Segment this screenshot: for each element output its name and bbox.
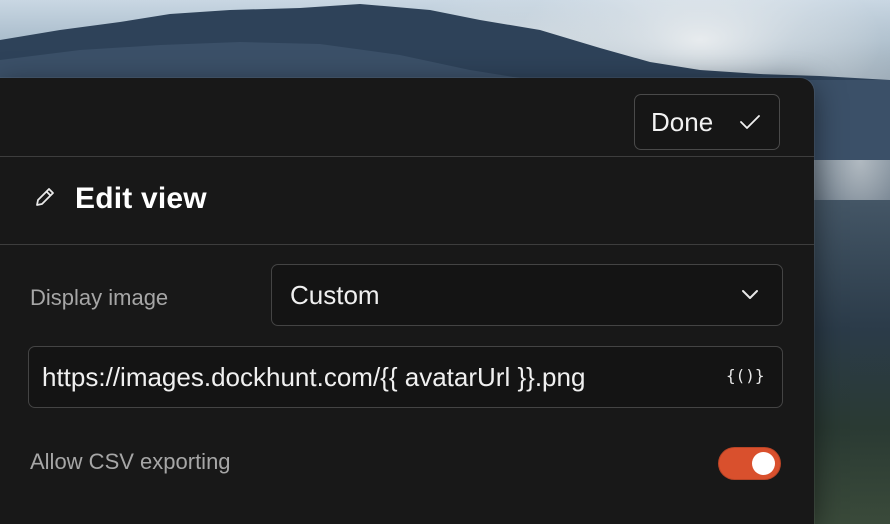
csv-export-toggle[interactable]	[718, 447, 781, 480]
display-image-label: Display image	[30, 285, 169, 310]
image-url-value: https://images.dockhunt.com/{{ avatarUrl…	[42, 362, 586, 392]
display-image-select[interactable]: Custom	[271, 264, 783, 326]
chevron-down-icon	[742, 290, 758, 299]
check-icon	[740, 115, 760, 129]
panel-title: Edit view	[75, 182, 207, 215]
panel-header: Edit view	[0, 157, 814, 244]
pencil-icon	[36, 188, 54, 206]
csv-export-label: Allow CSV exporting	[30, 449, 231, 474]
image-url-input[interactable]: https://images.dockhunt.com/{{ avatarUrl…	[28, 346, 783, 408]
insert-variable-icon[interactable]: {()}	[726, 365, 765, 387]
done-button[interactable]: Done	[634, 94, 780, 150]
done-button-label: Done	[651, 107, 714, 137]
divider	[0, 244, 814, 245]
display-image-selected-value: Custom	[290, 280, 380, 310]
toggle-knob	[752, 452, 775, 475]
